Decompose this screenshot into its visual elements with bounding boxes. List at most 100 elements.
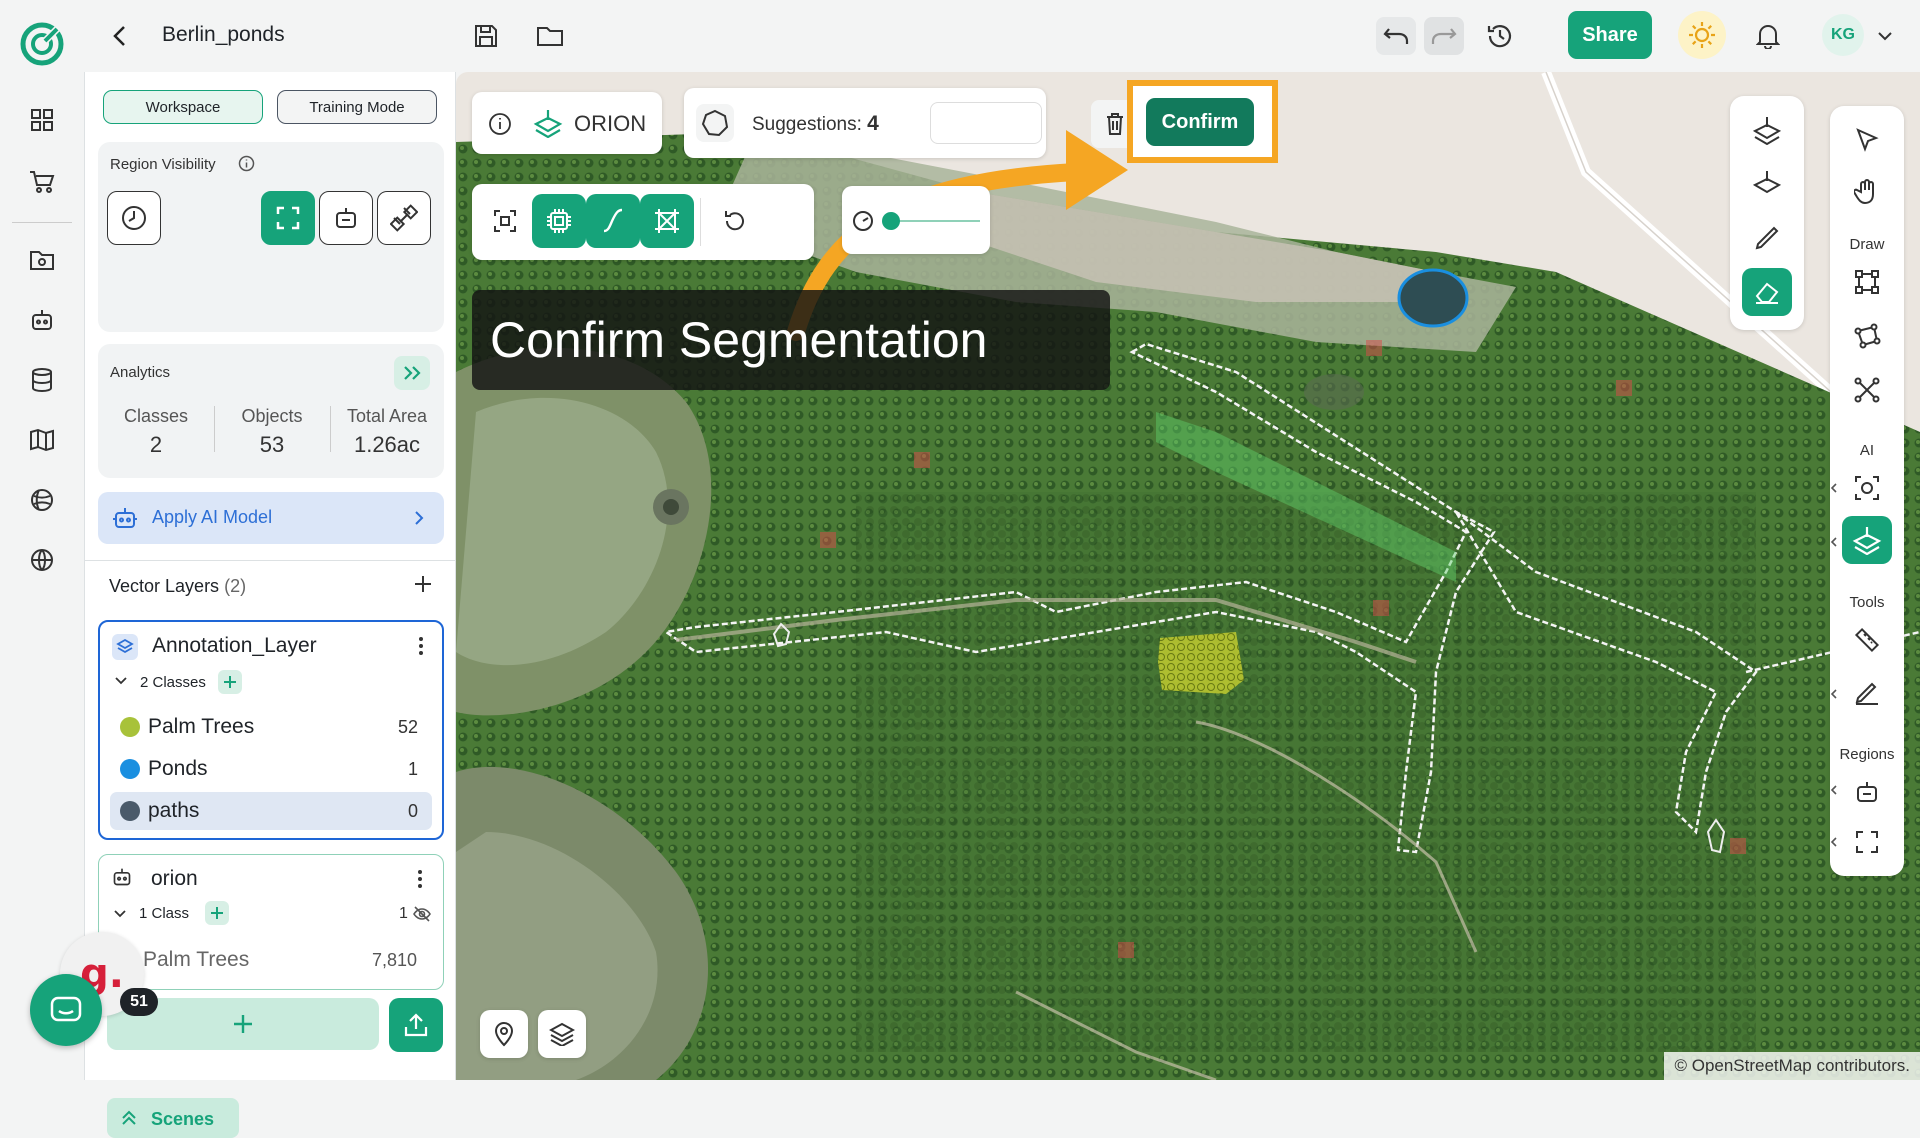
- class-row-paths[interactable]: paths 0: [110, 792, 432, 830]
- expand-analytics-icon[interactable]: [394, 356, 430, 390]
- region-fullscreen-icon[interactable]: [1842, 818, 1892, 866]
- folder-icon[interactable]: [22, 240, 62, 280]
- right-toolbar: Draw AI Tools Regions: [1830, 106, 1904, 876]
- save-icon[interactable]: [466, 17, 506, 55]
- rectangle-draw-icon[interactable]: [1842, 258, 1892, 306]
- export-button[interactable]: [389, 998, 443, 1052]
- chevron-left-icon[interactable]: [1830, 688, 1838, 700]
- notification-count-badge: 51: [120, 988, 158, 1016]
- info-icon[interactable]: [488, 112, 512, 136]
- stat-area-label: Total Area: [346, 406, 428, 426]
- chevron-down-icon[interactable]: [114, 676, 128, 686]
- region-robot-icon[interactable]: [1842, 768, 1892, 816]
- threshold-slider-panel: [842, 186, 990, 254]
- ruler-icon[interactable]: [1842, 616, 1892, 664]
- map-icon[interactable]: [22, 420, 62, 460]
- scenes-button[interactable]: Scenes: [107, 1098, 239, 1138]
- scenes-label: Scenes: [151, 1109, 215, 1129]
- pen-tool-icon[interactable]: [1842, 668, 1892, 716]
- multi-point-draw-icon[interactable]: [1842, 366, 1892, 414]
- chat-support-button[interactable]: [30, 974, 102, 1046]
- back-icon[interactable]: [100, 17, 140, 55]
- app-logo-icon[interactable]: [18, 20, 66, 68]
- crop-frame-icon[interactable]: [640, 194, 694, 248]
- region-visibility-label: Region Visibility: [110, 156, 216, 173]
- time-filter-button[interactable]: [107, 191, 161, 245]
- user-menu-chevron-icon[interactable]: [1870, 17, 1900, 55]
- polygon-draw-icon[interactable]: [1842, 312, 1892, 360]
- eraser-icon[interactable]: [1742, 268, 1792, 316]
- class-count: 7,810: [371, 949, 417, 970]
- gauge-icon: [852, 210, 874, 232]
- notification-bell-icon[interactable]: [1748, 17, 1788, 55]
- redo-icon[interactable]: [1424, 17, 1464, 55]
- undo-icon[interactable]: [1376, 17, 1416, 55]
- chevron-left-icon[interactable]: [1830, 536, 1838, 548]
- left-rail: [0, 0, 84, 1080]
- chevron-left-icon[interactable]: [1830, 836, 1838, 848]
- class-color-dot: [120, 801, 140, 821]
- chip-icon[interactable]: [532, 194, 586, 248]
- orion-add-icon[interactable]: [1742, 106, 1792, 154]
- class-name: Palm Trees: [143, 948, 250, 971]
- add-class-icon[interactable]: [218, 670, 242, 694]
- layers-toggle-icon[interactable]: [538, 1010, 586, 1058]
- tab-training-mode[interactable]: Training Mode: [277, 90, 437, 124]
- segmentation-tools-panel: [472, 184, 814, 260]
- location-pin-icon[interactable]: [480, 1010, 528, 1058]
- class-row-palm-trees[interactable]: Palm Trees 52: [110, 708, 432, 746]
- select-arrow-icon[interactable]: [1842, 116, 1892, 164]
- user-avatar[interactable]: KG: [1822, 14, 1864, 56]
- brush-icon[interactable]: [1742, 214, 1792, 262]
- class-row-palm-trees[interactable]: Palm Trees 7,810: [109, 941, 431, 979]
- info-icon[interactable]: [238, 155, 255, 172]
- chevron-down-icon[interactable]: [113, 909, 127, 919]
- curve-icon[interactable]: [586, 194, 640, 248]
- open-folder-icon[interactable]: [530, 17, 570, 55]
- orion-subtract-icon[interactable]: [1742, 160, 1792, 208]
- add-layer-icon[interactable]: [411, 572, 435, 596]
- orion-ai-icon[interactable]: [1842, 516, 1892, 564]
- add-class-icon[interactable]: [205, 901, 229, 925]
- chevron-left-icon[interactable]: [1830, 784, 1838, 796]
- globe-icon[interactable]: [22, 540, 62, 580]
- slider-track[interactable]: [890, 220, 980, 222]
- confirm-button[interactable]: Confirm: [1146, 98, 1254, 146]
- apply-ai-model-button[interactable]: Apply AI Model: [98, 492, 444, 544]
- class-name: Palm Trees: [148, 715, 255, 738]
- fullscreen-region-button[interactable]: [261, 191, 315, 245]
- theme-sun-icon[interactable]: [1678, 11, 1726, 59]
- stat-objects-value: 53: [259, 432, 285, 457]
- polygon-outline-icon[interactable]: [696, 104, 734, 142]
- globe-grid-icon[interactable]: [22, 480, 62, 520]
- history-icon[interactable]: [1480, 17, 1520, 55]
- database-icon[interactable]: [22, 360, 62, 400]
- chevron-left-icon[interactable]: [1830, 482, 1838, 494]
- slider-handle[interactable]: [882, 212, 900, 230]
- ai-detect-icon[interactable]: [1842, 464, 1892, 512]
- callout-title: Confirm Segmentation: [472, 290, 1110, 390]
- robot-icon[interactable]: [22, 300, 62, 340]
- stat-objects-label: Objects: [241, 406, 303, 426]
- class-count: 1: [407, 758, 418, 779]
- pan-hand-icon[interactable]: [1842, 168, 1892, 216]
- class-row-ponds[interactable]: Ponds 1: [110, 750, 432, 788]
- section-ai-label: AI: [1859, 442, 1875, 459]
- cart-icon[interactable]: [22, 162, 62, 202]
- robot-region-button[interactable]: [319, 191, 373, 245]
- reset-icon[interactable]: [708, 194, 762, 248]
- satellite-region-button[interactable]: [377, 191, 431, 245]
- tab-workspace[interactable]: Workspace: [103, 90, 263, 124]
- section-tools-label: Tools: [1849, 594, 1885, 611]
- layer-menu-icon[interactable]: [418, 636, 424, 656]
- vector-layers-count: (2): [224, 576, 247, 596]
- scan-icon[interactable]: [478, 194, 532, 248]
- share-button[interactable]: Share: [1568, 11, 1652, 59]
- dashboard-icon[interactable]: [22, 100, 62, 140]
- orion-logo-icon: [532, 108, 564, 138]
- orion-layer-card[interactable]: orion 1 Class 1 Palm Trees 7,810: [98, 854, 444, 990]
- layer-menu-icon[interactable]: [417, 869, 423, 889]
- annotation-layer-card[interactable]: Annotation_Layer 2 Classes Palm Trees 52…: [98, 620, 444, 840]
- eye-off-icon[interactable]: [413, 906, 431, 922]
- map-canvas[interactable]: ORION Suggestions: 4 Confirm Confirm Seg…: [456, 72, 1920, 1080]
